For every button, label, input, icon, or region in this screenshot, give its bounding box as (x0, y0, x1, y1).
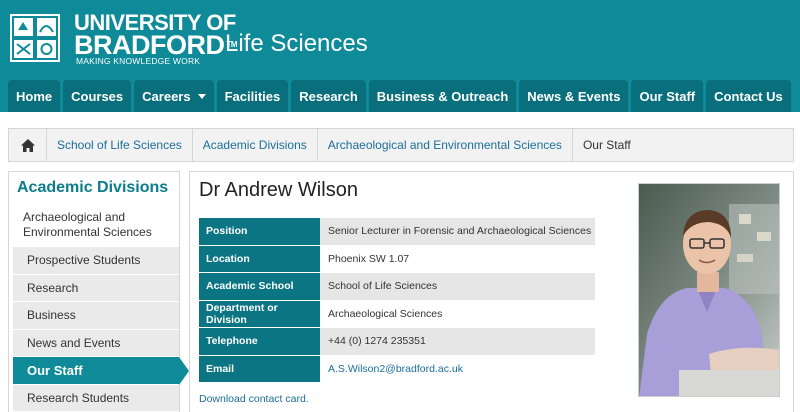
nav-item-facilities[interactable]: Facilities (216, 80, 289, 112)
main-content: Dr Andrew Wilson Position Senior Lecture… (189, 171, 794, 412)
info-label: Email (199, 355, 320, 383)
sidebar-item-business[interactable]: Business (13, 302, 179, 330)
download-contact-card-link[interactable]: Download contact card. (199, 393, 309, 405)
info-value: Phoenix SW 1.07 (320, 246, 595, 273)
sidebar-item-prospective-students[interactable]: Prospective Students (13, 247, 179, 275)
sidebar-item-research-students[interactable]: Research Students (13, 384, 179, 412)
sidebar-item-research[interactable]: Research (13, 274, 179, 302)
info-value: School of Life Sciences (320, 273, 595, 301)
sidebar-item-news-and-events[interactable]: News and Events (13, 329, 179, 357)
info-label: Telephone (199, 328, 320, 356)
info-row-position: Position Senior Lecturer in Forensic and… (199, 218, 595, 246)
breadcrumb-academic-divisions[interactable]: Academic Divisions (193, 129, 318, 161)
sidebar-title[interactable]: Academic Divisions (9, 172, 179, 205)
info-value: +44 (0) 1274 235351 (320, 328, 595, 356)
nav-item-business-outreach[interactable]: Business & Outreach (368, 80, 517, 112)
nav-item-our-staff[interactable]: Our Staff (631, 80, 704, 112)
staff-photo (638, 183, 780, 397)
email-link[interactable]: A.S.Wilson2@bradford.ac.uk (320, 356, 595, 383)
staff-info-table: Position Senior Lecturer in Forensic and… (199, 218, 595, 383)
staff-portrait-image (639, 184, 779, 396)
site-header: UNIVERSITY OF BRADFORD TM MAKING KNOWLEDG… (0, 0, 800, 112)
crest-icon (10, 14, 60, 62)
breadcrumb-archaeological-environmental[interactable]: Archaeological and Environmental Science… (318, 129, 573, 161)
breadcrumb: School of Life Sciences Academic Divisio… (8, 128, 794, 162)
nav-item-home[interactable]: Home (8, 80, 61, 112)
breadcrumb-current: Our Staff (582, 138, 631, 152)
nav-item-news-events[interactable]: News & Events (519, 80, 629, 112)
sidebar-item-our-staff[interactable]: Our Staff (13, 357, 189, 385)
university-logo[interactable]: UNIVERSITY OF BRADFORD TM MAKING KNOWLEDG… (10, 12, 238, 68)
nav-item-courses[interactable]: Courses (63, 80, 132, 112)
breadcrumb-school-of-life-sciences[interactable]: School of Life Sciences (47, 129, 193, 161)
main-nav: Home Courses Careers Facilities Research… (8, 80, 791, 112)
page-title: Dr Andrew Wilson (199, 179, 358, 201)
logo-tagline: MAKING KNOWLEDGE WORK (76, 56, 201, 66)
sidebar-parent-item[interactable]: Archaeological and Environmental Science… (9, 205, 179, 247)
info-label: Position (199, 218, 320, 246)
nav-item-careers[interactable]: Careers (134, 80, 214, 112)
info-row-email: Email A.S.Wilson2@bradford.ac.uk (199, 355, 595, 383)
breadcrumb-home[interactable] (9, 129, 47, 161)
nav-item-contact-us[interactable]: Contact Us (706, 80, 791, 112)
info-row-academic-school: Academic School School of Life Sciences (199, 273, 595, 301)
logo-text-line2: BRADFORD TM (74, 30, 238, 60)
home-icon (20, 138, 35, 152)
chevron-down-icon (197, 93, 206, 99)
info-label: Location (199, 245, 320, 273)
info-label: Academic School (199, 273, 320, 301)
info-value: Senior Lecturer in Forensic and Archaeol… (320, 218, 595, 246)
info-value: Archaeological Sciences (320, 301, 595, 328)
sidebar: Academic Divisions Archaeological and En… (8, 171, 189, 412)
info-label: Department or Division (199, 300, 320, 328)
site-title[interactable]: Life Sciences (225, 30, 368, 58)
info-row-telephone: Telephone +44 (0) 1274 235351 (199, 328, 595, 356)
info-row-department: Department or Division Archaeological Sc… (199, 300, 595, 328)
info-row-location: Location Phoenix SW 1.07 (199, 245, 595, 273)
nav-item-research[interactable]: Research (291, 80, 366, 112)
